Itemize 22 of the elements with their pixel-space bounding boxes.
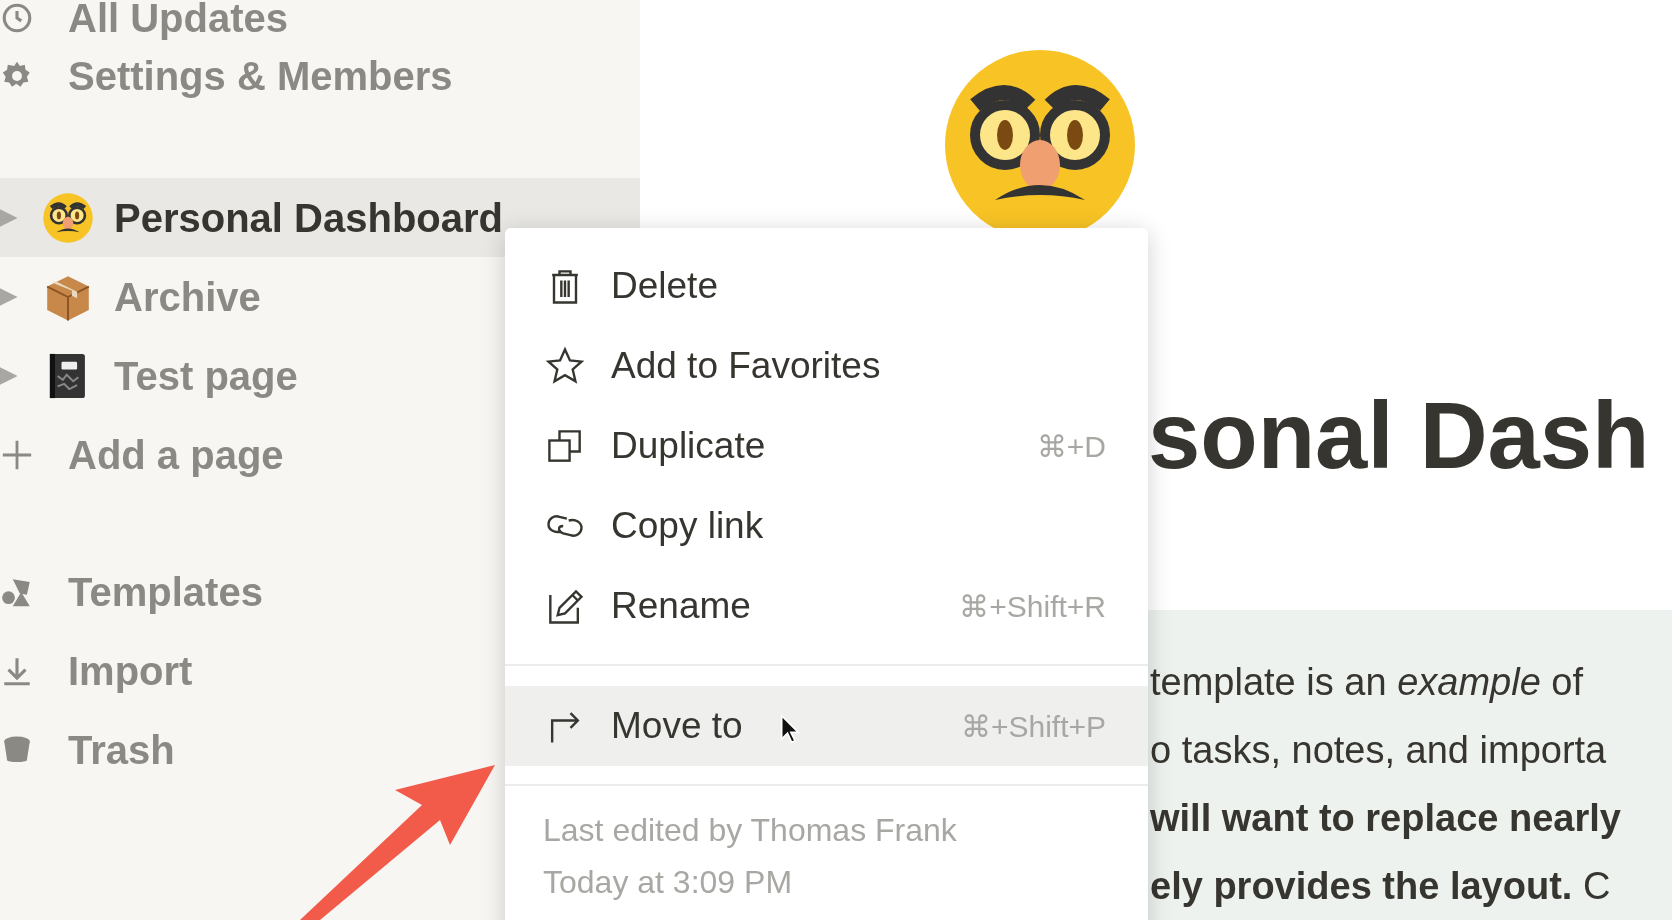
nav-item[interactable]: Settings & Members [68,46,453,106]
edit-info-text: Today at 3:09 PM [543,863,794,902]
callout-text: template is an example of o tasks, notes, and importa will want to replace nearly ely provides the layout. C [1150,660,1622,909]
shortcut-text: ⌘+Shift+P [960,708,1106,745]
page-title: sonal Dash [1148,389,1650,484]
menu-item[interactable]: Add to Favorites [505,326,1148,406]
shortcut-text: ⌘+D [1036,428,1106,465]
page-item[interactable]: Personal Dashboard [0,178,640,257]
clock-icon [0,1,34,35]
nav-item[interactable]: Import [68,640,193,701]
edit-info-text: Last edited by Thomas Frank [543,811,958,850]
menu-item[interactable]: Copy link [505,486,1148,566]
menu-item[interactable]: Move to ⌘+Shift+P [505,686,1148,766]
nav-item[interactable]: Templates [68,561,263,622]
mouse-cursor-icon [780,714,800,744]
nav-item[interactable]: All Updates [68,0,289,38]
add-page-link[interactable]: Add a page [68,424,284,485]
menu-item[interactable]: Duplicate ⌘+D [505,406,1148,486]
menu-item[interactable]: Rename ⌘+Shift+R [505,566,1148,646]
disguise-face-icon [42,191,94,244]
nav-item[interactable]: Trash [68,719,175,780]
shortcut-text: ⌘+Shift+R [959,588,1106,625]
